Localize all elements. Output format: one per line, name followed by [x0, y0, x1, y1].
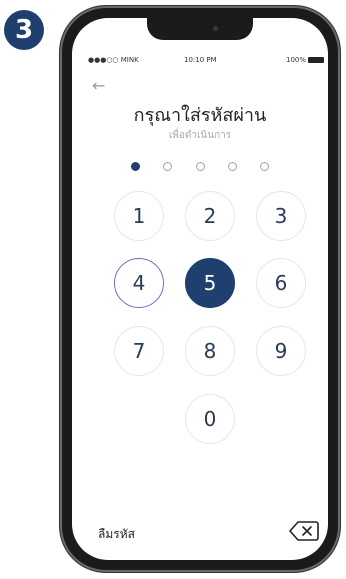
pin-dot — [131, 162, 141, 171]
battery-indicator: 100% — [286, 56, 324, 64]
forgot-pin-link[interactable]: ลืมรหัส — [98, 525, 135, 544]
step-number-badge: 3 — [4, 10, 44, 50]
page-title: กรุณาใส่รหัสผ่าน — [133, 105, 267, 126]
pin-dot — [195, 162, 205, 171]
keypad-key-8[interactable]: 8 — [185, 326, 235, 376]
keypad-key-7[interactable]: 7 — [114, 326, 164, 376]
pin-dot — [227, 162, 237, 171]
status-bar: ●●●○○ MINK 10:10 PM 100% — [88, 56, 324, 68]
keypad-key-1[interactable]: 1 — [114, 191, 164, 241]
keypad-key-9[interactable]: 9 — [256, 326, 306, 376]
page-subtitle: เพื่อดำเนินการ — [168, 130, 232, 141]
keypad-key-5[interactable]: 5 — [185, 258, 235, 308]
camera-icon — [213, 26, 218, 31]
clock-label: 10:10 PM — [184, 56, 217, 64]
keypad-key-0[interactable]: 0 — [185, 394, 235, 444]
keypad-key-6[interactable]: 6 — [256, 258, 306, 308]
pin-dot — [163, 162, 173, 171]
pin-indicator — [72, 156, 328, 175]
battery-icon — [308, 57, 324, 63]
keypad-key-2[interactable]: 2 — [185, 191, 235, 241]
backspace-button[interactable] — [289, 520, 319, 542]
keypad-key-3[interactable]: 3 — [256, 191, 306, 241]
backspace-icon — [289, 521, 319, 541]
carrier-label: ●●●○○ MINK — [88, 56, 139, 64]
pin-dot — [259, 162, 269, 171]
keypad-key-4[interactable]: 4 — [114, 258, 164, 308]
phone-notch — [147, 18, 253, 40]
battery-percent: 100% — [285, 56, 306, 64]
back-arrow-icon[interactable]: ← — [92, 76, 105, 95]
